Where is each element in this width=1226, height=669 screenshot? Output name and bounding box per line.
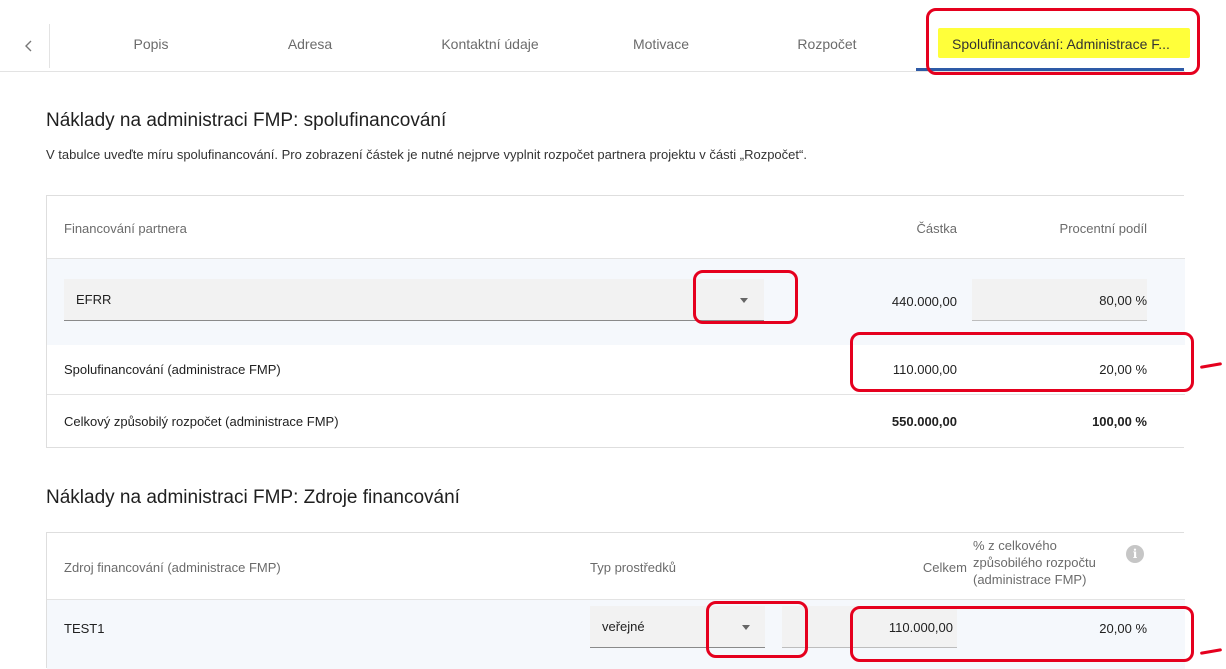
- tab-rozpocet[interactable]: Rozpočet: [772, 24, 882, 64]
- efrr-amount: 440.000,00: [891, 294, 957, 309]
- efrr-percent: 80,00 %: [1099, 293, 1147, 308]
- resource-type-select[interactable]: veřejné: [590, 606, 765, 648]
- cofinancing-table: Financování partnera Částka Procentní po…: [46, 195, 1185, 448]
- section-description: V tabulce uveďte míru spolufinancování. …: [46, 147, 807, 162]
- total-percent: 100,00 %: [1092, 414, 1147, 429]
- header-percent: Procentní podíl: [1059, 221, 1147, 236]
- table-row-source: TEST1 veřejné 110.000,00 20,00 %: [47, 600, 1185, 669]
- tab-kontaktni-udaje[interactable]: Kontaktní údaje: [415, 24, 565, 64]
- annotation-mark: [1199, 362, 1223, 369]
- caret-down-icon: [742, 625, 750, 630]
- table-header-row: Financování partnera Částka Procentní po…: [47, 196, 1185, 259]
- source-percent: 20,00 %: [1099, 621, 1147, 636]
- header-percent-line1: % z celkového: [973, 538, 1057, 553]
- header-amount: Částka: [916, 221, 957, 236]
- header-total: Celkem: [922, 560, 967, 575]
- cofinancing-percent: 20,00 %: [1099, 362, 1147, 377]
- header-source: Zdroj financování (administrace FMP): [64, 560, 281, 575]
- header-type: Typ prostředků: [590, 560, 676, 575]
- table-row-efrr: EFRR 440.000,00 80,00 %: [47, 259, 1185, 345]
- info-icon[interactable]: i: [1126, 545, 1144, 563]
- tab-popis[interactable]: Popis: [96, 24, 206, 64]
- chevron-left-icon: [24, 40, 31, 52]
- source-name: TEST1: [64, 621, 105, 636]
- cofinancing-amount: 110.000,00: [892, 362, 957, 377]
- table-row-total: Celkový způsobilý rozpočet (administrace…: [47, 395, 1185, 448]
- total-label: Celkový způsobilý rozpočet (administrace…: [64, 414, 339, 429]
- tab-spolufinancovani-administrace[interactable]: Spolufinancování: Administrace F...: [916, 24, 1206, 64]
- cofinancing-label: Spolufinancování (administrace FMP): [64, 362, 281, 377]
- section-title-cofinancing: Náklady na administraci FMP: spolufinanc…: [46, 110, 447, 131]
- tab-bar: Popis Adresa Kontaktní údaje Motivace Ro…: [0, 0, 1226, 75]
- financing-source-value: EFRR: [76, 292, 112, 307]
- resource-type-value: veřejné: [602, 619, 645, 634]
- header-percent-line3: (administrace FMP): [973, 572, 1087, 587]
- section-title-sources: Náklady na administraci FMP: Zdroje fina…: [46, 487, 460, 508]
- efrr-percent-field[interactable]: 80,00 %: [972, 279, 1147, 321]
- source-total-field[interactable]: 110.000,00: [782, 606, 957, 648]
- financing-source-select[interactable]: EFRR: [64, 279, 764, 321]
- tab-motivace[interactable]: Motivace: [606, 24, 716, 64]
- tab-adresa[interactable]: Adresa: [255, 24, 365, 64]
- table-row-cofinancing: Spolufinancování (administrace FMP) 110.…: [47, 345, 1185, 395]
- table-header-row: Zdroj financování (administrace FMP) Typ…: [47, 533, 1185, 600]
- header-financing: Financování partnera: [64, 221, 187, 236]
- tab-scroll-back-button[interactable]: [8, 24, 50, 68]
- source-total: 110.000,00: [888, 620, 953, 635]
- total-amount: 550.000,00: [891, 414, 957, 429]
- tab-bar-divider: [0, 71, 1185, 72]
- annotation-mark: [1199, 648, 1223, 655]
- sources-table: Zdroj financování (administrace FMP) Typ…: [46, 532, 1185, 669]
- header-percent-of-budget: % z celkového způsobilého rozpočtu (admi…: [973, 537, 1096, 588]
- caret-down-icon: [740, 298, 748, 303]
- header-percent-line2: způsobilého rozpočtu: [973, 555, 1096, 570]
